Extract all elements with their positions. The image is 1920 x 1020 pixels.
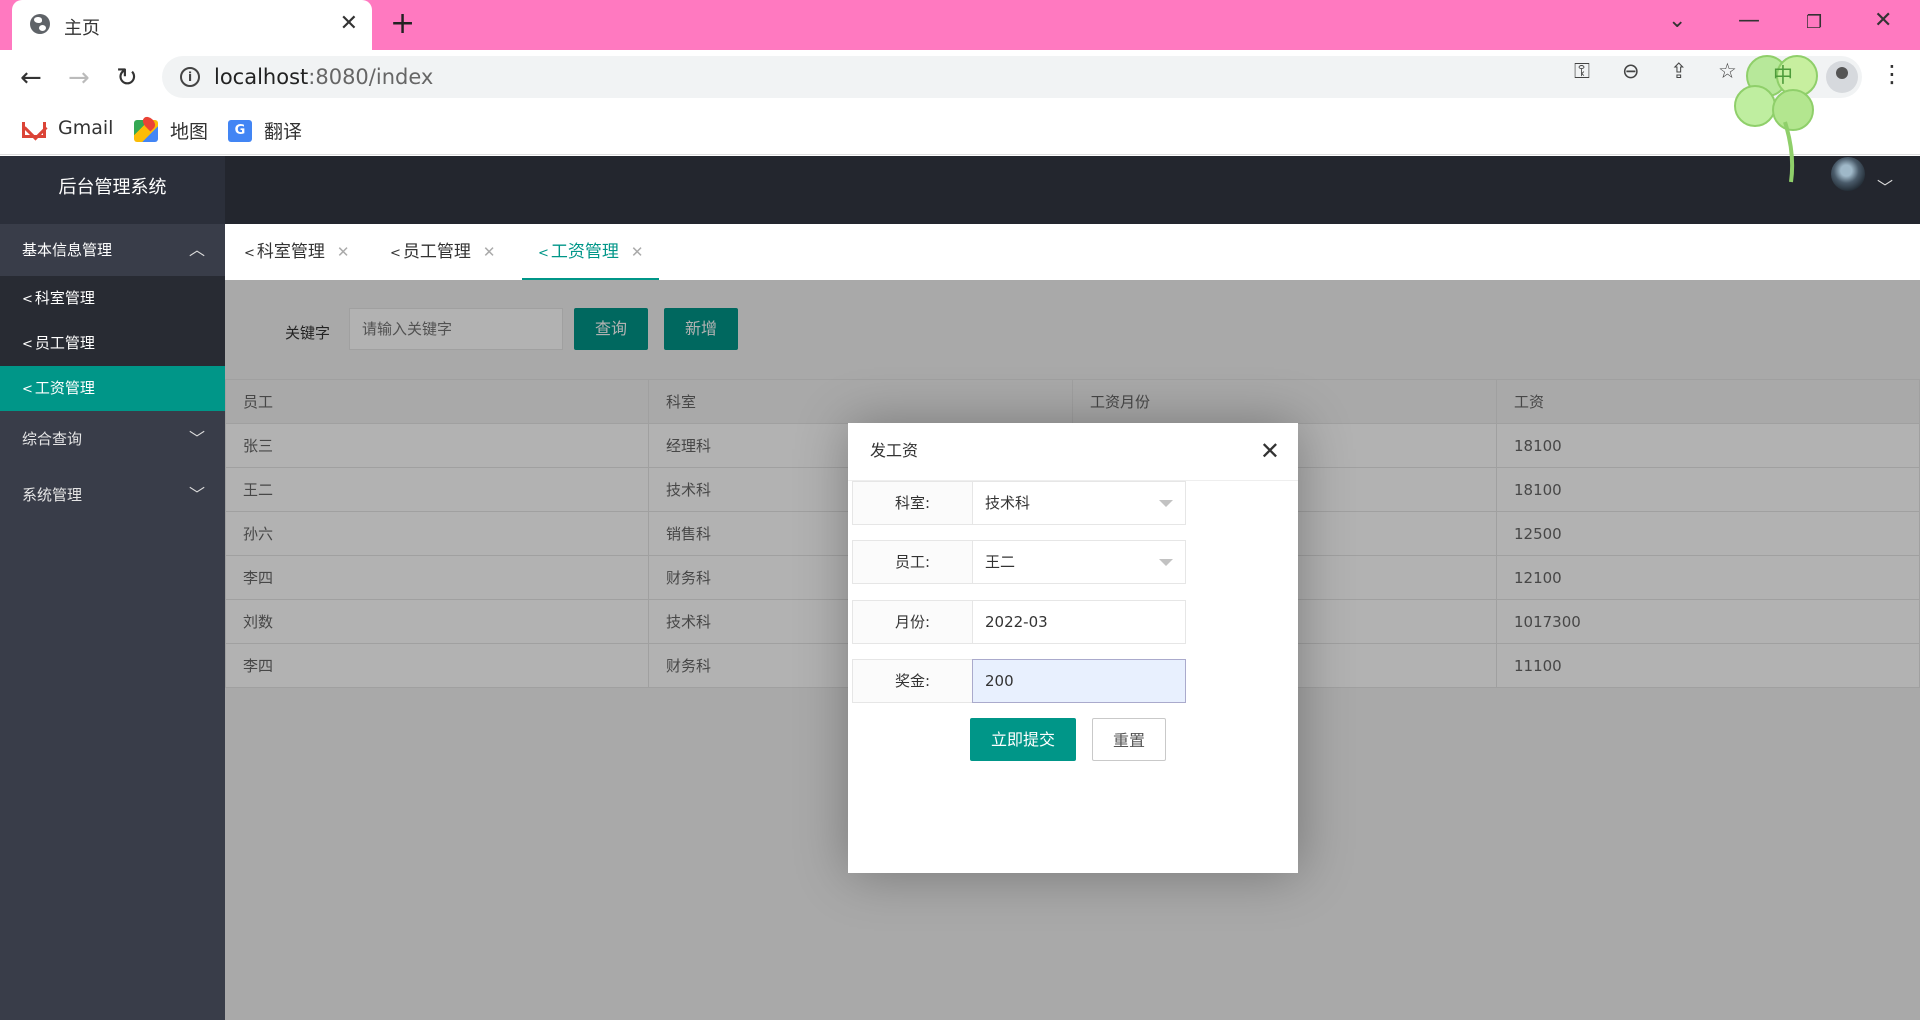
gmail-icon — [22, 121, 46, 138]
bookmark-translate[interactable]: G 翻译 — [228, 117, 302, 144]
tab-label: 员工管理 — [402, 242, 471, 262]
form-row-bonus: 奖金: 200 — [852, 659, 1186, 703]
maps-icon — [134, 119, 158, 142]
page-tabs: < 科室管理 ✕ < 员工管理 ✕ < 工资管理 ✕ — [225, 224, 1920, 280]
sidebar-item-department[interactable]: < 科室管理 — [0, 276, 225, 321]
key-icon[interactable]: ⚿ — [1574, 59, 1590, 84]
month-label: 月份: — [852, 600, 972, 644]
sidebar-item-salary[interactable]: < 工资管理 — [0, 366, 225, 411]
dialog-title: 发工资 — [848, 423, 1298, 481]
bookmark-label: Gmail — [58, 117, 114, 139]
menu-group-query[interactable]: 综合查询 ﹀ — [0, 411, 225, 467]
employee-value: 王二 — [985, 553, 1016, 571]
window-close-icon[interactable]: ✕ — [1874, 8, 1892, 33]
tab-label: 工资管理 — [550, 242, 619, 262]
dialog-close-icon[interactable]: ✕ — [1260, 437, 1280, 465]
restore-icon[interactable]: ❐ — [1806, 12, 1822, 33]
sidebar-item-label: 科室管理 — [34, 289, 95, 307]
user-avatar[interactable] — [1831, 157, 1865, 191]
address-bar[interactable]: i localhost:8080/index — [162, 56, 1862, 98]
salary-dialog: 发工资 ✕ 科室: 技术科 员工: 王二 月份: 2022-03 奖金: 200 — [848, 423, 1298, 873]
bookmark-gmail[interactable]: Gmail — [22, 117, 113, 139]
ime-clover-icon[interactable]: 中 — [1725, 44, 1835, 184]
share-icon: < — [22, 337, 33, 352]
menu-group-label: 综合查询 — [22, 430, 83, 448]
employee-label: 员工: — [852, 540, 972, 584]
chevron-down-icon[interactable]: ﹀ — [1877, 174, 1893, 198]
bookmark-label: 翻译 — [264, 121, 303, 143]
chevron-up-icon: ︿ — [188, 240, 205, 259]
menu-group-basic-info[interactable]: 基本信息管理 ︿ — [0, 224, 225, 276]
browser-tab[interactable]: 主页 ✕ — [12, 0, 372, 50]
close-icon[interactable]: ✕ — [631, 243, 644, 261]
share-icon[interactable]: ⇪ — [1670, 59, 1688, 83]
bookmark-label: 地图 — [170, 121, 209, 143]
bonus-input[interactable]: 200 — [972, 659, 1186, 703]
sidebar-item-employee[interactable]: < 员工管理 — [0, 321, 225, 366]
share-icon: < — [244, 246, 255, 261]
bonus-label: 奖金: — [852, 659, 972, 703]
form-row-month: 月份: 2022-03 — [852, 600, 1186, 644]
back-icon[interactable]: ← — [20, 63, 42, 93]
tab-employee[interactable]: < 员工管理 ✕ — [390, 224, 495, 280]
minimize-icon[interactable]: — — [1738, 8, 1760, 33]
close-icon[interactable]: ✕ — [483, 243, 496, 261]
tab-label: 科室管理 — [256, 242, 325, 262]
globe-icon — [30, 14, 50, 34]
department-label: 科室: — [852, 481, 972, 525]
close-icon[interactable]: ✕ — [337, 243, 350, 261]
share-icon: < — [538, 246, 549, 261]
sidebar-item-label: 工资管理 — [34, 379, 95, 397]
browser-menu-icon[interactable]: ⋮ — [1880, 60, 1904, 88]
forward-icon[interactable]: → — [68, 63, 90, 93]
menu-group-label: 系统管理 — [22, 486, 83, 504]
caret-down-icon — [1159, 500, 1173, 507]
form-row-employee: 员工: 王二 — [852, 540, 1186, 584]
menu-group-system[interactable]: 系统管理 ﹀ — [0, 467, 225, 523]
site-info-icon[interactable]: i — [180, 67, 200, 87]
top-header: ﹀ — [225, 156, 1920, 224]
tab-search-icon[interactable]: ⌄ — [1668, 8, 1686, 33]
translate-icon: G — [228, 119, 252, 142]
employee-select[interactable]: 王二 — [972, 540, 1186, 584]
department-select[interactable]: 技术科 — [972, 481, 1186, 525]
new-tab-button[interactable]: + — [390, 8, 415, 40]
reload-icon[interactable]: ↻ — [116, 63, 138, 93]
sidebar-item-label: 员工管理 — [34, 334, 95, 352]
chevron-down-icon: ﹀ — [188, 485, 205, 504]
form-row-department: 科室: 技术科 — [852, 481, 1186, 525]
caret-down-icon — [1159, 559, 1173, 566]
bookmark-maps[interactable]: 地图 — [134, 117, 208, 144]
close-tab-icon[interactable]: ✕ — [340, 11, 358, 36]
tab-salary[interactable]: < 工资管理 ✕ — [522, 224, 660, 280]
sidebar: 后台管理系统 基本信息管理 ︿ < 科室管理 < 员工管理 < 工资管理 综合查询 ﹀… — [0, 156, 225, 1020]
browser-toolbar: ← → ↻ i localhost:8080/index ⚿ ⊖ ⇪ ☆ ⋮ — [0, 50, 1920, 105]
month-input[interactable]: 2022-03 — [972, 600, 1186, 644]
browser-tab-strip: 主页 ✕ + ⌄ — ❐ ✕ — [0, 0, 1920, 50]
app-logo: 后台管理系统 — [0, 156, 225, 224]
bookmarks-bar: Gmail 地图 G 翻译 — [0, 105, 1920, 155]
tab-department[interactable]: < 科室管理 ✕ — [244, 224, 349, 280]
zoom-out-icon[interactable]: ⊖ — [1622, 59, 1640, 83]
department-value: 技术科 — [985, 494, 1031, 512]
url-text[interactable]: localhost:8080/index — [214, 65, 433, 89]
chevron-down-icon: ﹀ — [188, 429, 205, 448]
browser-tab-title: 主页 — [64, 18, 100, 39]
menu-group-label: 基本信息管理 — [22, 241, 113, 259]
share-icon: < — [22, 382, 33, 397]
share-icon: < — [22, 292, 33, 307]
share-icon: < — [390, 246, 401, 261]
ime-badge-text: 中 — [1773, 63, 1793, 87]
submenu-basic-info: < 科室管理 < 员工管理 < 工资管理 — [0, 276, 225, 411]
reset-button[interactable]: 重置 — [1092, 718, 1166, 761]
submit-button[interactable]: 立即提交 — [970, 718, 1076, 761]
